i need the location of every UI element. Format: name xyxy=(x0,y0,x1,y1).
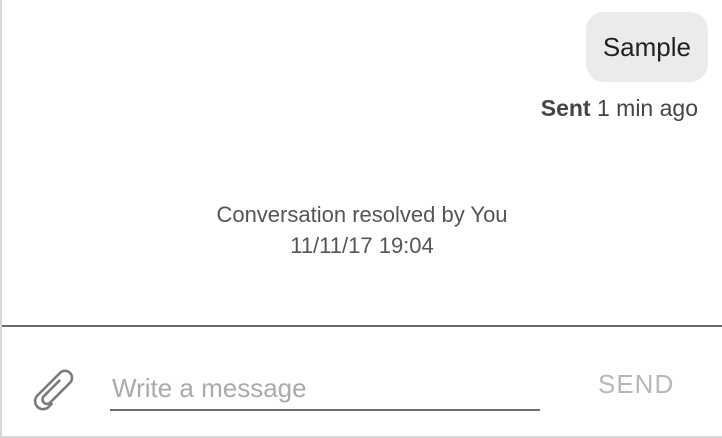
system-message-timestamp: 11/11/17 19:04 xyxy=(290,233,434,258)
message-time: 1 min ago xyxy=(596,95,698,121)
system-message-text: Conversation resolved by You xyxy=(216,202,508,227)
message-composer: SEND xyxy=(2,327,722,436)
outgoing-message-bubble[interactable]: Sample xyxy=(585,12,708,82)
send-button[interactable]: SEND xyxy=(598,369,674,400)
attach-button[interactable] xyxy=(26,360,80,414)
message-input-wrapper xyxy=(110,367,540,411)
message-text: Sample xyxy=(602,31,691,62)
paperclip-icon xyxy=(33,369,74,411)
message-meta: Sent 1 min ago xyxy=(541,95,698,122)
message-input[interactable] xyxy=(110,367,540,409)
system-message: Conversation resolved by You 11/11/17 19… xyxy=(2,199,722,261)
message-status: Sent xyxy=(540,95,591,121)
message-list: Sample Sent 1 min ago Conversation resol… xyxy=(2,0,722,325)
